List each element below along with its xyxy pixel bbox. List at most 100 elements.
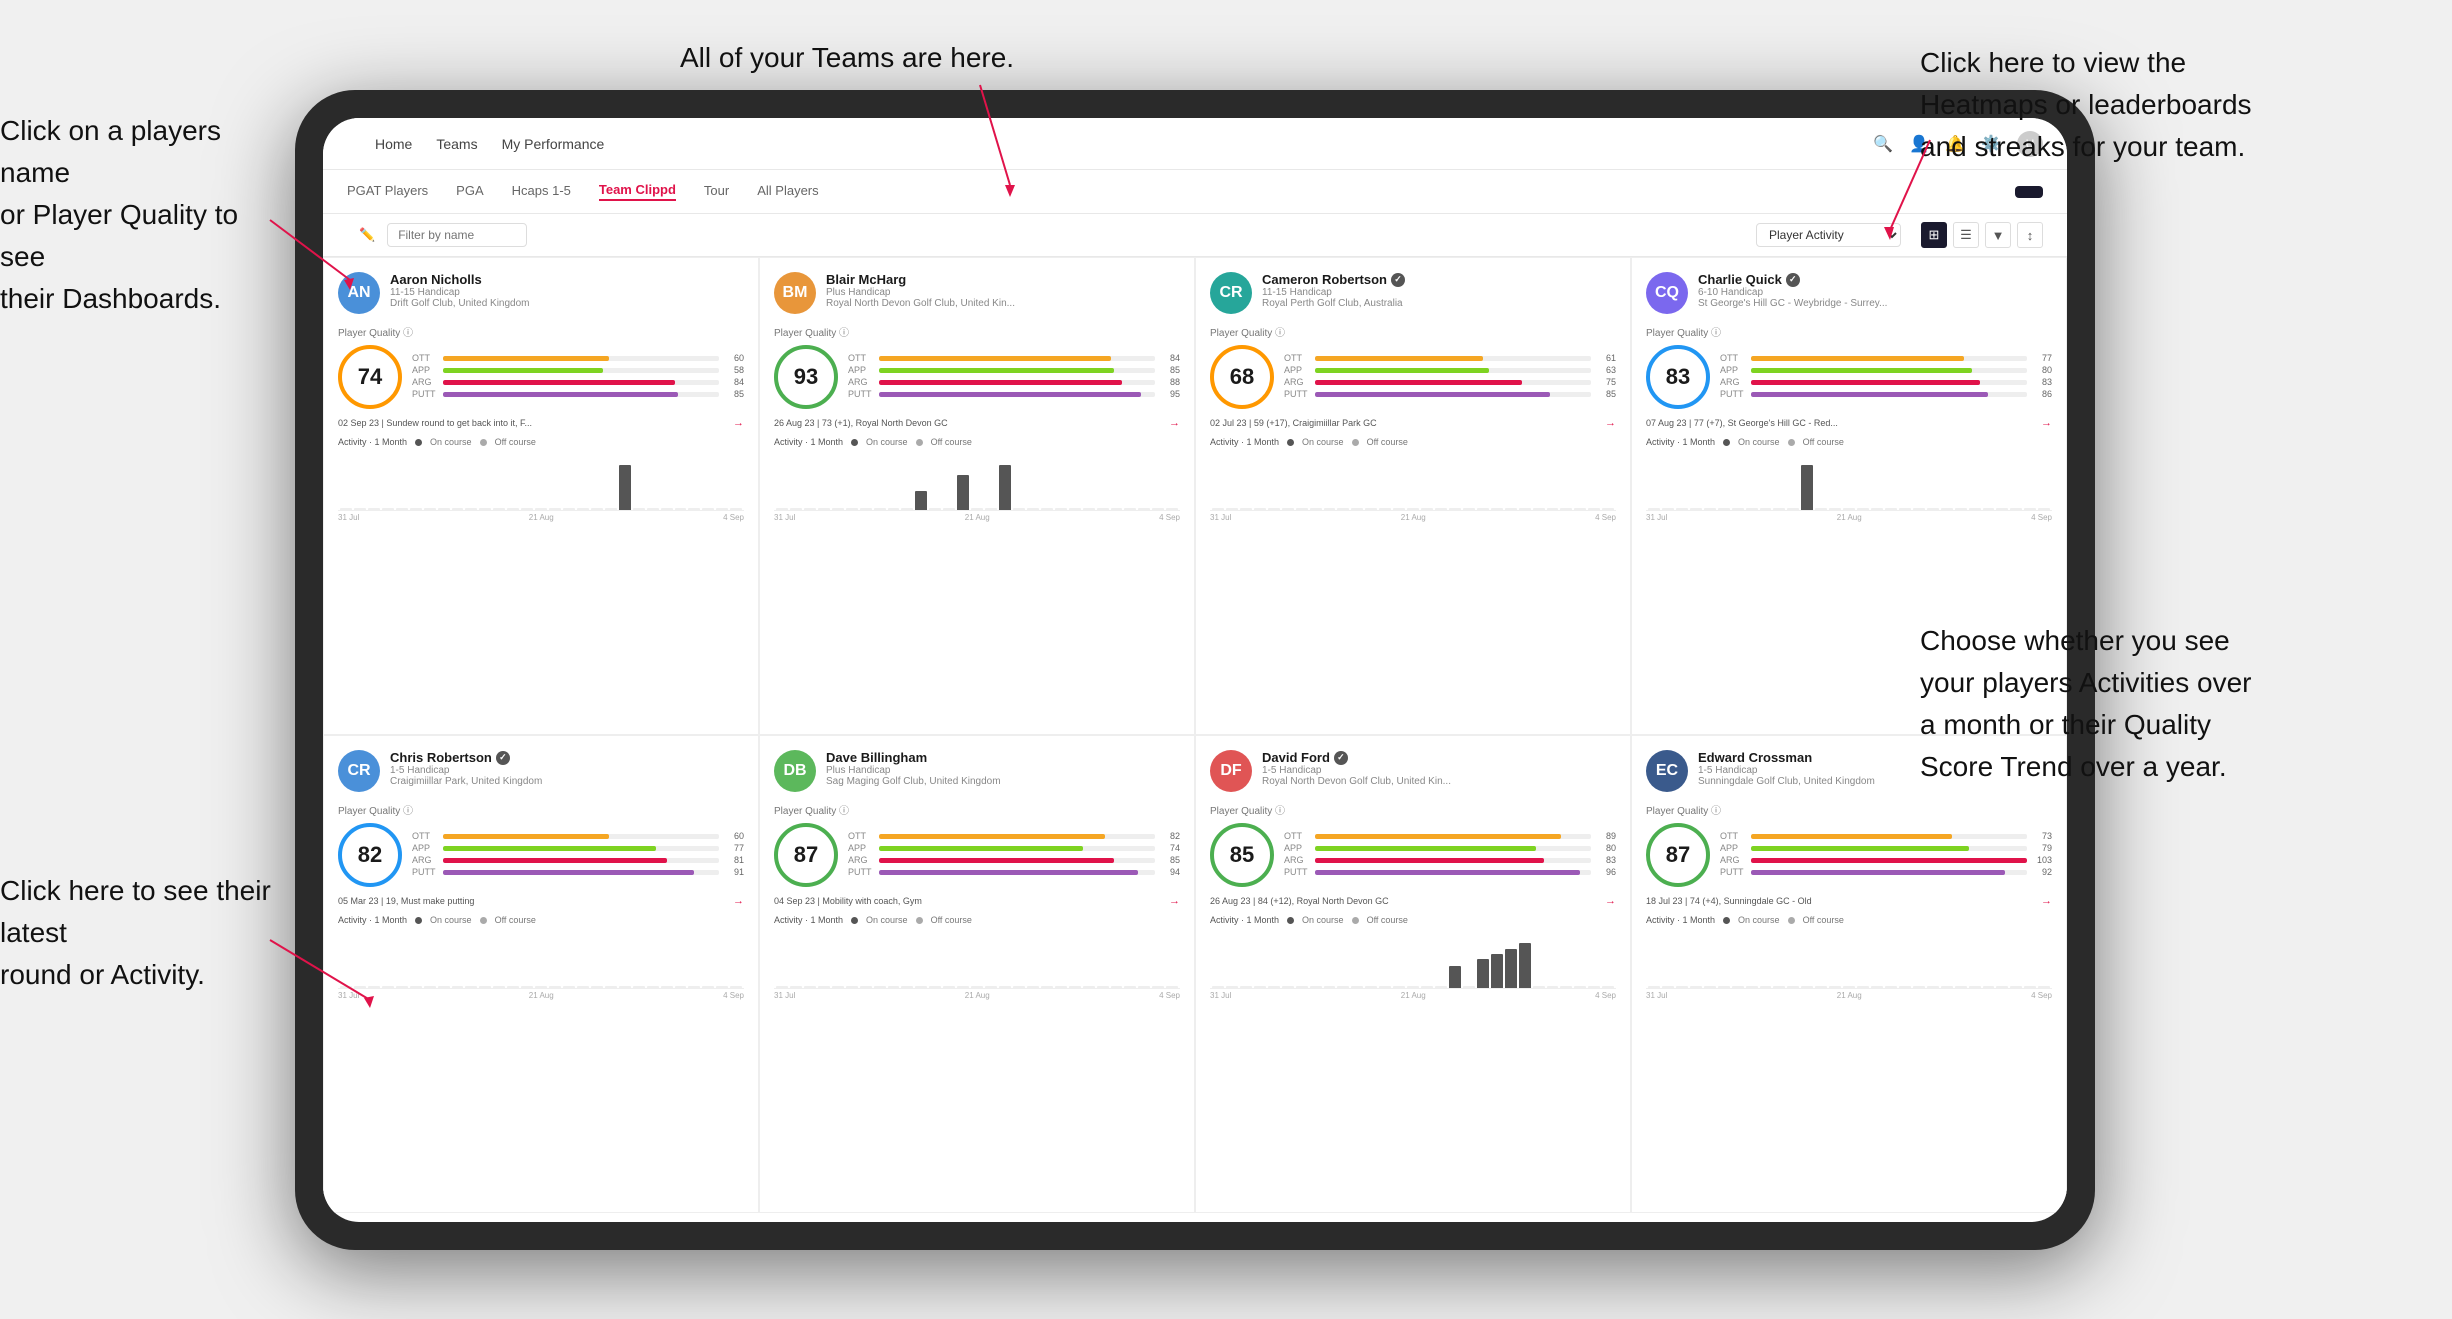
chart-bar [1913, 986, 1925, 988]
bar-label: PUTT [848, 867, 874, 877]
player-card[interactable]: EC Edward Crossman 1-5 Handicap Sunningd… [1631, 735, 2067, 1213]
player-name[interactable]: Blair McHarg [826, 272, 1180, 287]
quality-circle[interactable]: 87 [774, 823, 838, 887]
player-name[interactable]: Dave Billingham [826, 750, 1180, 765]
sub-nav-pga[interactable]: PGA [456, 183, 483, 200]
player-card[interactable]: DB Dave Billingham Plus Handicap Sag Mag… [759, 735, 1195, 1213]
bar-fill [1315, 846, 1536, 851]
nav-teams[interactable]: Teams [436, 136, 477, 152]
chart-bar [1337, 986, 1349, 988]
chart-bar [776, 986, 788, 988]
last-round-arrow[interactable]: → [1605, 417, 1616, 429]
bar-fill [443, 858, 667, 863]
quality-circle[interactable]: 83 [1646, 345, 1710, 409]
chart-bar [1138, 986, 1150, 988]
quality-circle[interactable]: 87 [1646, 823, 1710, 887]
sub-nav-tour[interactable]: Tour [704, 183, 729, 200]
player-card[interactable]: AN Aaron Nicholls 11-15 Handicap Drift G… [323, 257, 759, 735]
bar-fill [1751, 858, 2027, 863]
last-round-arrow[interactable]: → [1169, 417, 1180, 429]
chart-bar [1421, 508, 1433, 510]
chart-bar [1913, 508, 1925, 510]
quality-number: 83 [1666, 364, 1690, 390]
bar-fill [443, 834, 609, 839]
chart-bar [2038, 986, 2050, 988]
nav-home[interactable]: Home [375, 136, 412, 152]
quality-circle[interactable]: 74 [338, 345, 402, 409]
mini-chart [338, 929, 744, 989]
quality-label: Player Quality ⓘ [774, 802, 1180, 817]
chart-bar [1393, 986, 1405, 988]
sub-nav-team[interactable]: Team Clippd [599, 182, 676, 201]
player-card[interactable]: DF David Ford ✓ 1-5 Handicap Royal North… [1195, 735, 1631, 1213]
chart-bar [730, 508, 742, 510]
bar-value: 80 [2032, 365, 2052, 375]
bar-value: 60 [724, 831, 744, 841]
quality-circle[interactable]: 85 [1210, 823, 1274, 887]
last-round-arrow[interactable]: → [733, 417, 744, 429]
activity-section: Activity · 1 Month On course Off course … [774, 437, 1180, 522]
chart-bar [1560, 986, 1572, 988]
bar-track [879, 356, 1155, 361]
chart-bar [1254, 508, 1266, 510]
quality-circle[interactable]: 82 [338, 823, 402, 887]
player-club: Royal North Devon Golf Club, United Kin.… [826, 298, 1180, 309]
bar-track [443, 834, 719, 839]
chart-bar [915, 491, 927, 510]
chart-bar [716, 986, 728, 988]
sub-nav-hcaps[interactable]: Hcaps 1-5 [512, 183, 571, 200]
chart-bar [888, 986, 900, 988]
chart-bar [493, 508, 505, 510]
last-round-text: 04 Sep 23 | Mobility with coach, Gym [774, 896, 922, 906]
quality-bars: OTT 84 APP 85 ARG 88 [848, 353, 1180, 401]
filter-input[interactable] [387, 223, 527, 247]
quality-number: 87 [794, 842, 818, 868]
activity-section: Activity · 1 Month On course Off course … [1646, 915, 2052, 1000]
chart-bar [1013, 508, 1025, 510]
bar-label: ARG [1284, 855, 1310, 865]
chart-bar [1773, 508, 1785, 510]
player-name[interactable]: Aaron Nicholls [390, 272, 744, 287]
sub-nav-pgat[interactable]: PGAT Players [347, 183, 428, 200]
bar-fill [1751, 380, 1980, 385]
player-name[interactable]: Chris Robertson ✓ [390, 750, 744, 765]
sort-view-button[interactable]: ↕ [2017, 222, 2043, 248]
quality-label: Player Quality ⓘ [338, 802, 744, 817]
off-course-label: Off course [1367, 915, 1408, 925]
activity-header: Activity · 1 Month On course Off course [1646, 437, 2052, 447]
player-info: Chris Robertson ✓ 1-5 Handicap Craigimii… [390, 750, 744, 787]
last-round-arrow[interactable]: → [1605, 895, 1616, 907]
last-round-arrow[interactable]: → [2041, 895, 2052, 907]
mini-chart [774, 451, 1180, 511]
chart-dates: 31 Jul 21 Aug 4 Sep [338, 991, 744, 1000]
last-round-arrow[interactable]: → [733, 895, 744, 907]
chart-bar [957, 475, 969, 510]
bar-value: 94 [1160, 867, 1180, 877]
chart-bar [1547, 508, 1559, 510]
quality-circle[interactable]: 68 [1210, 345, 1274, 409]
player-card[interactable]: CR Cameron Robertson ✓ 11-15 Handicap Ro… [1195, 257, 1631, 735]
bar-value: 77 [2032, 353, 2052, 363]
player-name[interactable]: Charlie Quick ✓ [1698, 272, 2052, 287]
chart-bar [1240, 508, 1252, 510]
chart-bar [577, 508, 589, 510]
player-name[interactable]: David Ford ✓ [1262, 750, 1616, 765]
last-round-arrow[interactable]: → [2041, 417, 2052, 429]
sub-nav: PGAT Players PGA Hcaps 1-5 Team Clippd T… [323, 170, 2067, 214]
chart-bar [1254, 986, 1266, 988]
quality-circle[interactable]: 93 [774, 345, 838, 409]
off-course-dot [480, 439, 487, 446]
chart-bar [985, 986, 997, 988]
sub-nav-all[interactable]: All Players [757, 183, 818, 200]
player-header: AN Aaron Nicholls 11-15 Handicap Drift G… [338, 272, 744, 314]
player-header: CR Cameron Robertson ✓ 11-15 Handicap Ro… [1210, 272, 1616, 314]
chart-bar [410, 986, 422, 988]
last-round-arrow[interactable]: → [1169, 895, 1180, 907]
nav-my-performance[interactable]: My Performance [502, 136, 605, 152]
verified-badge: ✓ [1786, 273, 1800, 287]
player-card[interactable]: BM Blair McHarg Plus Handicap Royal Nort… [759, 257, 1195, 735]
add-team-button[interactable] [2015, 186, 2043, 198]
bar-fill [443, 870, 694, 875]
player-name[interactable]: Cameron Robertson ✓ [1262, 272, 1616, 287]
chart-bar [1310, 986, 1322, 988]
